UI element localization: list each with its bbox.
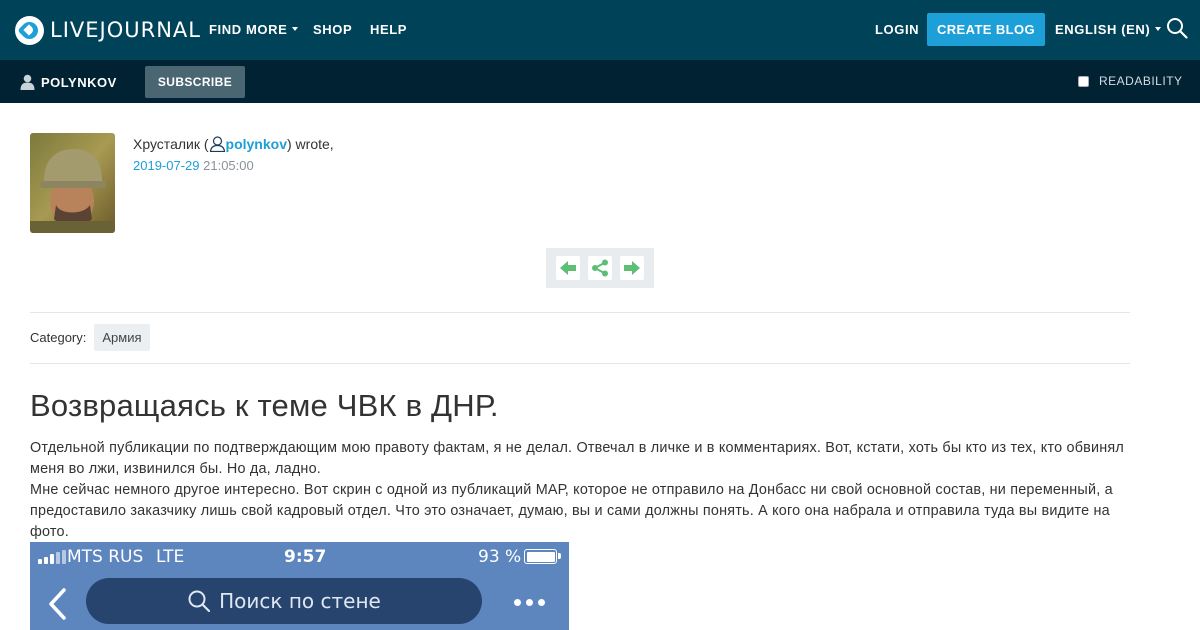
nav-find-more[interactable]: FIND MORE (209, 22, 299, 37)
top-navigation-bar: LIVEJOURNAL FIND MORE SHOP HELP LOGIN CR… (0, 0, 1200, 60)
phone-search-box: Поиск по стене (86, 578, 482, 624)
poster-username-link[interactable]: polynkov (226, 136, 287, 152)
lj-user-icon[interactable] (209, 136, 226, 152)
login-link[interactable]: LOGIN (875, 22, 919, 37)
entry-title: Возвращаясь к теме ЧВК в ДНР. (30, 388, 499, 423)
poster-name: Хрусталик ( (133, 136, 209, 152)
category-tag[interactable]: Армия (94, 324, 150, 351)
nav-help[interactable]: HELP (370, 22, 407, 37)
user-icon (20, 74, 35, 90)
create-blog-button[interactable]: CREATE BLOG (927, 13, 1045, 46)
logo-text: LIVEJOURNAL (50, 18, 201, 42)
category-label: Category: (30, 330, 87, 345)
back-chevron-icon (49, 588, 66, 620)
next-entry-button[interactable] (620, 256, 644, 280)
phone-battery-percent: 93 % (478, 547, 522, 567)
phone-network: LTE (156, 547, 185, 567)
entry-category: Category: Армия (30, 324, 150, 351)
embedded-screenshot[interactable]: MTS RUS LTE 9:57 93 % Поиск по стене (30, 542, 569, 630)
entry-body: Отдельной публикации по подтверждающим м… (30, 438, 1135, 543)
entry-datetime: 2019-07-29 21:05:00 (133, 158, 254, 173)
livejournal-logo-icon (15, 15, 44, 45)
entry-date-link[interactable]: 2019-07-29 (133, 158, 200, 173)
divider (30, 312, 1130, 313)
phone-status-bar: MTS RUS LTE 9:57 93 % (30, 542, 569, 570)
chevron-down-icon (1155, 26, 1162, 31)
livejournal-logo[interactable]: LIVEJOURNAL (15, 15, 201, 45)
language-label: ENGLISH (EN) (1055, 22, 1151, 37)
battery-nub (558, 553, 561, 559)
search-icon[interactable] (1166, 17, 1188, 39)
poster-suffix: ) wrote, (287, 136, 334, 152)
readability-label: READABILITY (1099, 74, 1183, 88)
journal-owner-link[interactable]: POLYNKOV (20, 74, 117, 90)
next-arrow-icon (624, 261, 640, 275)
phone-search-placeholder: Поиск по стене (219, 589, 381, 613)
chevron-down-icon (292, 26, 299, 31)
entry-controls (546, 248, 654, 288)
search-icon (188, 590, 211, 613)
divider (30, 363, 1130, 364)
readability-checkbox[interactable] (1078, 75, 1089, 87)
entry-paragraph: Мне сейчас немного другое интересно. Вот… (30, 482, 1113, 540)
battery-icon (524, 549, 557, 564)
subscribe-button[interactable]: SUBSCRIBE (145, 66, 245, 98)
phone-carrier: MTS RUS (67, 547, 144, 567)
nav-find-more-label: FIND MORE (209, 22, 288, 37)
journal-owner-name: POLYNKOV (41, 74, 117, 90)
readability-toggle[interactable]: READABILITY (1078, 74, 1183, 88)
share-icon (592, 259, 608, 277)
previous-entry-button[interactable] (556, 256, 580, 280)
prev-arrow-icon (560, 261, 576, 275)
entry-time: 21:05:00 (203, 158, 254, 173)
nav-shop[interactable]: SHOP (313, 22, 352, 37)
language-selector[interactable]: ENGLISH (EN) (1055, 22, 1162, 37)
avatar[interactable] (30, 133, 115, 233)
phone-clock: 9:57 (284, 547, 327, 567)
more-dots-icon (514, 599, 545, 606)
share-button[interactable] (588, 256, 612, 280)
signal-icon (38, 550, 66, 564)
entry-paragraph: Отдельной публикации по подтверждающим м… (30, 440, 1124, 477)
entry-poster: Хрусталик ( polynkov) wrote, (133, 136, 334, 152)
journal-bar: POLYNKOV SUBSCRIBE READABILITY (0, 60, 1200, 103)
